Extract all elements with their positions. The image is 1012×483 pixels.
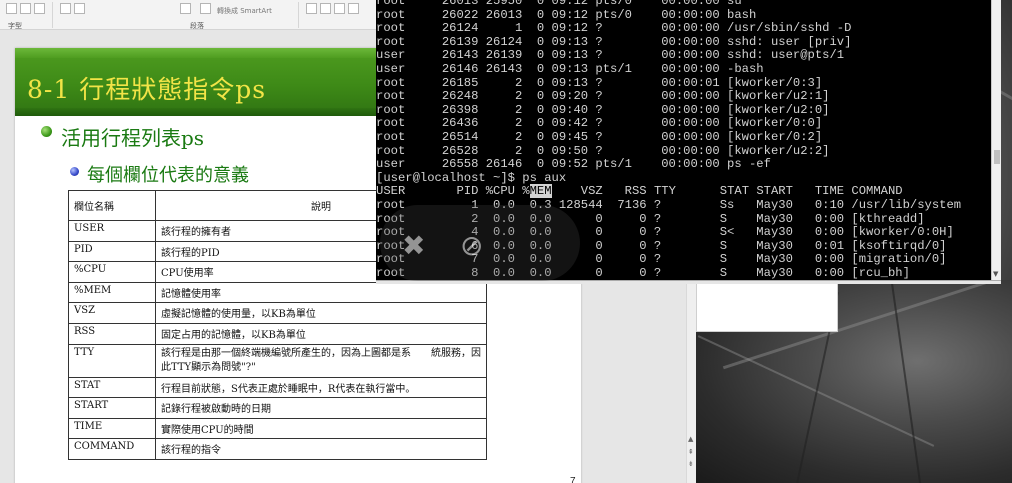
text-selection: MEM — [529, 184, 552, 199]
shape-icon[interactable] — [306, 3, 317, 14]
clear-format-icon[interactable] — [34, 3, 45, 14]
green-bullet-icon — [41, 126, 52, 137]
table-row: TIME 實際使用CPU的時間 — [68, 417, 487, 440]
field-name-cell: %MEM — [68, 281, 156, 304]
table-row: COMMAND 該行程的指令 — [68, 438, 487, 460]
table-header-field: 欄位名稱 — [68, 190, 156, 221]
table-row: STAT 行程目前狀態，S代表正處於睡眠中，R代表在執行當中。 — [68, 376, 487, 399]
smartart-button[interactable]: 轉換成 SmartArt — [217, 6, 272, 16]
field-name-cell: %CPU — [68, 261, 156, 283]
page-up-icon[interactable]: ⇞ — [688, 448, 694, 456]
camera-off-icon[interactable]: ⊘ — [460, 229, 483, 262]
field-desc-cell: 行程目前狀態，S代表正處於睡眠中，R代表在執行當中。 — [155, 376, 487, 399]
table-row: VSZ 虛擬記憶體的使用量，以KB為單位 — [68, 302, 487, 324]
field-desc-cell: 該行程是由那一個終端機編號所產生的，因為上圖都是系 統服務，因此TTY顯示為問號… — [155, 343, 487, 378]
terminal-line: [user@localhost ~]$ ps aux — [376, 170, 567, 185]
curve-shape-icon[interactable] — [334, 3, 345, 14]
field-name-cell: START — [68, 397, 156, 419]
page-down-icon[interactable]: ⇟ — [688, 460, 694, 468]
table-row: RSS 固定占用的記憶體，以KB為單位 — [68, 322, 487, 345]
terminal-line: user 26143 26139 0 09:13 ? 00:00:00 sshd… — [376, 48, 845, 63]
terminal-line: root 26022 26013 0 09:12 pts/0 00:00:00 … — [376, 7, 757, 22]
mic-off-icon[interactable]: ✖ — [402, 229, 425, 262]
bullet-level2[interactable]: 每個欄位代表的意義 — [87, 161, 249, 187]
terminal-line: root 26528 2 0 09:50 ? 00:00:00 [kworker… — [376, 143, 830, 158]
field-name-cell: RSS — [68, 322, 156, 345]
arc-shape-icon[interactable] — [320, 3, 331, 14]
terminal-line: root 26248 2 0 09:20 ? 00:00:00 [kworker… — [376, 89, 830, 104]
field-desc-cell: 記憶體使用率 — [155, 281, 487, 304]
font-color-icon[interactable] — [20, 3, 31, 14]
text-direction-icon[interactable] — [180, 3, 191, 14]
terminal-line: root 26436 2 0 09:42 ? 00:00:00 [kworker… — [376, 116, 823, 131]
screen: 轉換成 SmartArt 字型 段落 8-1 行程狀態指令ps 活用行程列表ps… — [0, 0, 1012, 483]
field-name-cell: PID — [68, 240, 156, 263]
terminal-line: root 26514 2 0 09:45 ? 00:00:00 [kworker… — [376, 129, 823, 144]
terminal-line: root 26185 2 0 09:13 ? 00:00:01 [kworker… — [376, 75, 823, 90]
page-number: 7 — [570, 476, 576, 483]
scroll-up-icon[interactable]: ▲ — [688, 435, 693, 443]
field-name-cell: TTY — [68, 343, 156, 378]
media-overlay: ✖ ⊘ — [380, 205, 580, 281]
field-desc-cell: 虛擬記憶體的使用量，以KB為單位 — [155, 302, 487, 324]
field-desc-cell: 該行程的指令 — [155, 438, 487, 460]
smartart-icon[interactable] — [200, 3, 211, 14]
blue-bullet-icon — [70, 167, 79, 176]
terminal-line: root 26124 1 0 09:12 ? 00:00:00 /usr/sbi… — [376, 21, 852, 36]
slide-title[interactable]: 8-1 行程狀態指令ps — [27, 70, 266, 106]
terminal-scrollbar[interactable]: ▼ — [991, 0, 1001, 280]
table-row: %MEM 記憶體使用率 — [68, 281, 487, 304]
field-name-cell: VSZ — [68, 302, 156, 324]
bullet-level1[interactable]: 活用行程列表ps — [61, 122, 204, 151]
field-name-cell: STAT — [68, 376, 156, 399]
terminal-line: USER PID %CPU %MEM VSZ RSS TTY STAT STAR… — [376, 184, 903, 199]
terminal-line: root 26398 2 0 09:40 ? 00:00:00 [kworker… — [376, 102, 830, 117]
brace-shape-icon[interactable] — [348, 3, 359, 14]
terminal-line: root 26139 26124 0 09:13 ? 00:00:00 sshd… — [376, 34, 852, 49]
background-window[interactable] — [696, 280, 838, 332]
field-name-cell: USER — [68, 220, 156, 242]
table-row: START 記錄行程被啟動時的日期 — [68, 397, 487, 419]
field-name-cell: COMMAND — [68, 438, 156, 460]
scrollbar-thumb[interactable] — [994, 150, 1000, 164]
terminal-line: user 26558 26146 0 09:52 pts/1 00:00:00 … — [376, 157, 771, 172]
table-row: TTY 該行程是由那一個終端機編號所產生的，因為上圖都是系 統服務，因此TTY顯示… — [68, 343, 487, 378]
align-icon[interactable] — [60, 3, 71, 14]
field-desc-cell: 實際使用CPU的時間 — [155, 417, 487, 440]
list-icon[interactable] — [74, 3, 85, 14]
scroll-down-icon[interactable]: ▼ — [993, 270, 998, 278]
ribbon: 轉換成 SmartArt 字型 段落 — [0, 0, 376, 30]
field-desc-cell: 記錄行程被啟動時的日期 — [155, 397, 487, 419]
terminal-line: user 26146 26143 0 09:13 pts/1 00:00:00 … — [376, 61, 764, 76]
field-name-cell: TIME — [68, 417, 156, 440]
font-size-down-icon[interactable] — [6, 3, 17, 14]
field-desc-cell: 固定占用的記憶體，以KB為單位 — [155, 322, 487, 345]
